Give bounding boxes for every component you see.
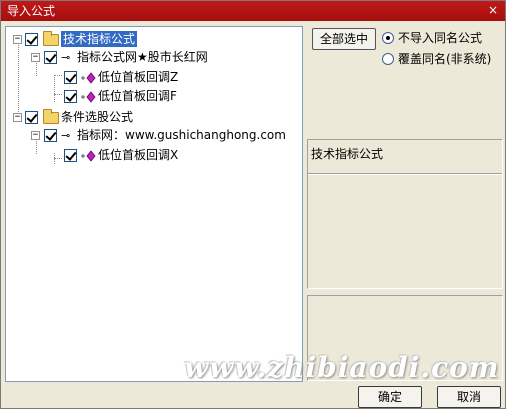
tree-node-indicator-site-1[interactable]: 指标公式网★股市长红网: [77, 49, 208, 65]
expander-indicator-site-1[interactable]: −: [31, 53, 40, 62]
expander-indicator-site-2[interactable]: −: [31, 131, 40, 140]
watermark-text: www.zhibiaodi.com: [184, 351, 500, 384]
cancel-button[interactable]: 取消: [437, 386, 501, 408]
tree-node-formula-x[interactable]: 低位首板回调X: [98, 147, 178, 163]
checkbox-indicator-site-2[interactable]: [44, 129, 57, 142]
formula-type-label: 技术指标公式: [311, 147, 384, 161]
formula-icon: [81, 72, 96, 84]
checkbox-indicator-site-1[interactable]: [44, 51, 57, 64]
import-formula-dialog: 导入公式 × − 技术指标公式 − ⊸ 指标公式网★股市长红网 低位首板回调Z: [0, 0, 506, 409]
formula-info-panel: 技术指标公式: [307, 139, 503, 289]
close-icon: ×: [487, 3, 499, 17]
ok-button[interactable]: 确定: [358, 386, 422, 408]
formula-icon: [81, 91, 96, 103]
close-button[interactable]: ×: [485, 3, 501, 18]
checkbox-formula-z[interactable]: [64, 71, 77, 84]
key-icon: ⊸: [61, 51, 71, 64]
radio-overwrite-same-name[interactable]: [382, 53, 394, 65]
title-bar: 导入公式 ×: [1, 1, 505, 21]
radio-overwrite-label: 覆盖同名(非系统): [398, 52, 492, 66]
key-icon: ⊸: [61, 129, 71, 142]
divider: [308, 173, 502, 175]
tree-connector: [54, 75, 62, 76]
radio-skip-label: 不导入同名公式: [398, 31, 483, 45]
checkbox-formula-f[interactable]: [64, 90, 77, 103]
tree-connector: [54, 75, 55, 102]
tree-connector: [18, 40, 19, 120]
tree-node-screening-group[interactable]: 条件选股公式: [61, 109, 133, 125]
checkbox-screening-group[interactable]: [25, 111, 38, 124]
tree-node-formula-z[interactable]: 低位首板回调Z: [98, 69, 178, 85]
checkbox-formula-x[interactable]: [64, 149, 77, 162]
formula-icon: [81, 150, 96, 162]
expander-screening-group[interactable]: −: [13, 113, 22, 122]
dialog-title: 导入公式: [7, 4, 56, 18]
expander-technical-group[interactable]: −: [13, 35, 22, 44]
select-all-button[interactable]: 全部选中: [312, 28, 376, 50]
folder-icon: [43, 109, 59, 124]
checkbox-technical-group[interactable]: [25, 33, 38, 46]
tree-node-formula-f[interactable]: 低位首板回调F: [98, 88, 177, 104]
folder-icon: [43, 31, 59, 46]
tree-node-technical-group[interactable]: 技术指标公式: [61, 31, 138, 47]
tree-connector: [54, 94, 62, 95]
formula-tree[interactable]: − 技术指标公式 − ⊸ 指标公式网★股市长红网 低位首板回调Z 低位首板回调F…: [5, 26, 303, 382]
radio-skip-same-name[interactable]: [382, 32, 394, 44]
tree-node-indicator-site-2[interactable]: 指标网：www.gushichanghong.com: [77, 127, 286, 143]
tree-connector: [54, 158, 62, 159]
